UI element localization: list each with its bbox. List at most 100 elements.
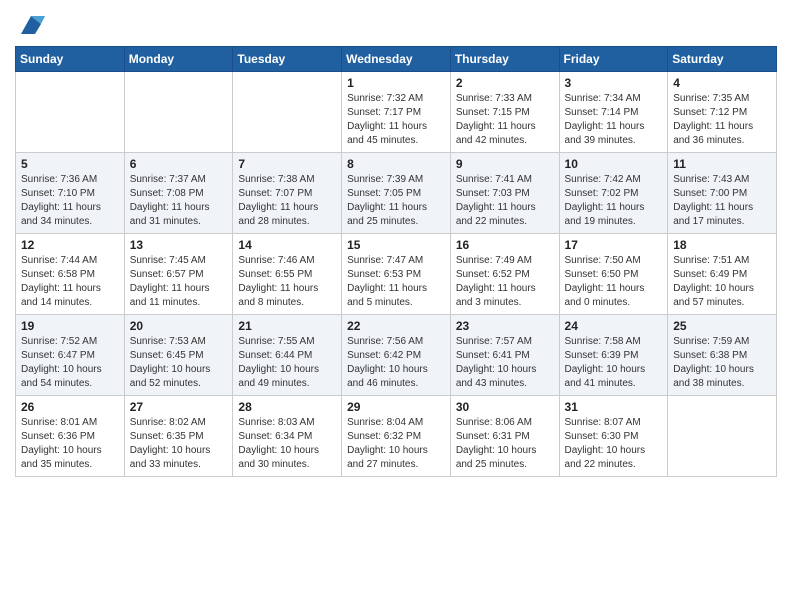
day-detail: Sunrise: 8:07 AMSunset: 6:30 PMDaylight:… xyxy=(565,416,663,472)
day-detail: Sunrise: 7:52 AMSunset: 6:47 PMDaylight:… xyxy=(21,335,119,391)
day-detail: Sunrise: 7:36 AMSunset: 7:10 PMDaylight:… xyxy=(21,173,119,229)
calendar-cell: 2 Sunrise: 7:33 AMSunset: 7:15 PMDaylight… xyxy=(450,72,559,153)
calendar-cell: 28 Sunrise: 8:03 AMSunset: 6:34 PMDayligh… xyxy=(233,396,342,477)
day-number: 12 xyxy=(21,238,119,252)
day-number: 7 xyxy=(238,157,336,171)
calendar-cell: 20 Sunrise: 7:53 AMSunset: 6:45 PMDayligh… xyxy=(124,315,233,396)
calendar-cell: 10 Sunrise: 7:42 AMSunset: 7:02 PMDayligh… xyxy=(559,153,668,234)
day-detail: Sunrise: 7:50 AMSunset: 6:50 PMDaylight:… xyxy=(565,254,663,310)
day-detail: Sunrise: 7:49 AMSunset: 6:52 PMDaylight:… xyxy=(456,254,554,310)
day-detail: Sunrise: 7:33 AMSunset: 7:15 PMDaylight:… xyxy=(456,92,554,148)
calendar-cell: 14 Sunrise: 7:46 AMSunset: 6:55 PMDayligh… xyxy=(233,234,342,315)
day-number: 30 xyxy=(456,400,554,414)
page-header xyxy=(15,10,777,38)
calendar-cell: 7 Sunrise: 7:38 AMSunset: 7:07 PMDaylight… xyxy=(233,153,342,234)
header-friday: Friday xyxy=(559,47,668,72)
day-number: 6 xyxy=(130,157,228,171)
day-number: 5 xyxy=(21,157,119,171)
header-thursday: Thursday xyxy=(450,47,559,72)
calendar-cell: 4 Sunrise: 7:35 AMSunset: 7:12 PMDaylight… xyxy=(668,72,777,153)
calendar-cell: 11Sunrise: 7:43 AMSunset: 7:00 PMDayligh… xyxy=(668,153,777,234)
day-number: 4 xyxy=(673,76,771,90)
calendar-cell: 22 Sunrise: 7:56 AMSunset: 6:42 PMDayligh… xyxy=(342,315,451,396)
header-sunday: Sunday xyxy=(16,47,125,72)
day-number: 9 xyxy=(456,157,554,171)
calendar-cell xyxy=(233,72,342,153)
calendar-cell: 13 Sunrise: 7:45 AMSunset: 6:57 PMDayligh… xyxy=(124,234,233,315)
calendar-cell: 3Sunrise: 7:34 AMSunset: 7:14 PMDaylight… xyxy=(559,72,668,153)
day-detail: Sunrise: 8:04 AMSunset: 6:32 PMDaylight:… xyxy=(347,416,445,472)
calendar-cell xyxy=(124,72,233,153)
day-detail: Sunrise: 7:45 AMSunset: 6:57 PMDaylight:… xyxy=(130,254,228,310)
calendar-cell: 18Sunrise: 7:51 AMSunset: 6:49 PMDayligh… xyxy=(668,234,777,315)
calendar-cell: 21Sunrise: 7:55 AMSunset: 6:44 PMDayligh… xyxy=(233,315,342,396)
day-detail: Sunrise: 7:47 AMSunset: 6:53 PMDaylight:… xyxy=(347,254,445,310)
day-number: 16 xyxy=(456,238,554,252)
calendar-cell: 6Sunrise: 7:37 AMSunset: 7:08 PMDaylight… xyxy=(124,153,233,234)
calendar-cell: 27 Sunrise: 8:02 AMSunset: 6:35 PMDayligh… xyxy=(124,396,233,477)
calendar-cell: 29 Sunrise: 8:04 AMSunset: 6:32 PMDayligh… xyxy=(342,396,451,477)
day-number: 23 xyxy=(456,319,554,333)
header-monday: Monday xyxy=(124,47,233,72)
header-tuesday: Tuesday xyxy=(233,47,342,72)
day-number: 27 xyxy=(130,400,228,414)
day-detail: Sunrise: 7:35 AMSunset: 7:12 PMDaylight:… xyxy=(673,92,771,148)
day-number: 29 xyxy=(347,400,445,414)
calendar-cell: 8Sunrise: 7:39 AMSunset: 7:05 PMDaylight… xyxy=(342,153,451,234)
day-number: 24 xyxy=(565,319,663,333)
day-detail: Sunrise: 8:01 AMSunset: 6:36 PMDaylight:… xyxy=(21,416,119,472)
day-detail: Sunrise: 7:56 AMSunset: 6:42 PMDaylight:… xyxy=(347,335,445,391)
day-number: 17 xyxy=(565,238,663,252)
day-detail: Sunrise: 7:53 AMSunset: 6:45 PMDaylight:… xyxy=(130,335,228,391)
day-detail: Sunrise: 8:06 AMSunset: 6:31 PMDaylight:… xyxy=(456,416,554,472)
day-detail: Sunrise: 7:42 AMSunset: 7:02 PMDaylight:… xyxy=(565,173,663,229)
calendar-page: Sunday Monday Tuesday Wednesday Thursday… xyxy=(0,0,792,612)
calendar-week-row: 26 Sunrise: 8:01 AMSunset: 6:36 PMDayligh… xyxy=(16,396,777,477)
calendar-week-row: 1 Sunrise: 7:32 AMSunset: 7:17 PMDaylight… xyxy=(16,72,777,153)
day-detail: Sunrise: 7:58 AMSunset: 6:39 PMDaylight:… xyxy=(565,335,663,391)
day-number: 14 xyxy=(238,238,336,252)
day-detail: Sunrise: 7:55 AMSunset: 6:44 PMDaylight:… xyxy=(238,335,336,391)
day-detail: Sunrise: 7:57 AMSunset: 6:41 PMDaylight:… xyxy=(456,335,554,391)
day-number: 20 xyxy=(130,319,228,333)
day-number: 31 xyxy=(565,400,663,414)
day-detail: Sunrise: 7:46 AMSunset: 6:55 PMDaylight:… xyxy=(238,254,336,310)
calendar-table: Sunday Monday Tuesday Wednesday Thursday… xyxy=(15,46,777,477)
calendar-cell: 23 Sunrise: 7:57 AMSunset: 6:41 PMDayligh… xyxy=(450,315,559,396)
day-detail: Sunrise: 8:03 AMSunset: 6:34 PMDaylight:… xyxy=(238,416,336,472)
day-detail: Sunrise: 7:43 AMSunset: 7:00 PMDaylight:… xyxy=(673,173,771,229)
header-saturday: Saturday xyxy=(668,47,777,72)
calendar-cell: 31 Sunrise: 8:07 AMSunset: 6:30 PMDayligh… xyxy=(559,396,668,477)
calendar-cell: 9 Sunrise: 7:41 AMSunset: 7:03 PMDaylight… xyxy=(450,153,559,234)
day-number: 28 xyxy=(238,400,336,414)
day-detail: Sunrise: 8:02 AMSunset: 6:35 PMDaylight:… xyxy=(130,416,228,472)
day-detail: Sunrise: 7:44 AMSunset: 6:58 PMDaylight:… xyxy=(21,254,119,310)
calendar-cell xyxy=(16,72,125,153)
calendar-week-row: 5 Sunrise: 7:36 AMSunset: 7:10 PMDaylight… xyxy=(16,153,777,234)
day-detail: Sunrise: 7:34 AMSunset: 7:14 PMDaylight:… xyxy=(565,92,663,148)
calendar-week-row: 19Sunrise: 7:52 AMSunset: 6:47 PMDayligh… xyxy=(16,315,777,396)
calendar-cell: 16 Sunrise: 7:49 AMSunset: 6:52 PMDayligh… xyxy=(450,234,559,315)
calendar-cell: 19Sunrise: 7:52 AMSunset: 6:47 PMDayligh… xyxy=(16,315,125,396)
day-detail: Sunrise: 7:41 AMSunset: 7:03 PMDaylight:… xyxy=(456,173,554,229)
day-number: 22 xyxy=(347,319,445,333)
day-number: 26 xyxy=(21,400,119,414)
calendar-cell: 15 Sunrise: 7:47 AMSunset: 6:53 PMDayligh… xyxy=(342,234,451,315)
day-number: 10 xyxy=(565,157,663,171)
calendar-cell: 1 Sunrise: 7:32 AMSunset: 7:17 PMDaylight… xyxy=(342,72,451,153)
day-detail: Sunrise: 7:38 AMSunset: 7:07 PMDaylight:… xyxy=(238,173,336,229)
day-detail: Sunrise: 7:32 AMSunset: 7:17 PMDaylight:… xyxy=(347,92,445,148)
calendar-cell: 5 Sunrise: 7:36 AMSunset: 7:10 PMDaylight… xyxy=(16,153,125,234)
day-number: 1 xyxy=(347,76,445,90)
day-number: 25 xyxy=(673,319,771,333)
weekday-header-row: Sunday Monday Tuesday Wednesday Thursday… xyxy=(16,47,777,72)
day-number: 18 xyxy=(673,238,771,252)
logo-icon xyxy=(17,10,45,38)
day-detail: Sunrise: 7:39 AMSunset: 7:05 PMDaylight:… xyxy=(347,173,445,229)
day-number: 2 xyxy=(456,76,554,90)
day-number: 15 xyxy=(347,238,445,252)
calendar-cell: 17 Sunrise: 7:50 AMSunset: 6:50 PMDayligh… xyxy=(559,234,668,315)
day-number: 13 xyxy=(130,238,228,252)
logo xyxy=(15,10,45,38)
calendar-cell xyxy=(668,396,777,477)
